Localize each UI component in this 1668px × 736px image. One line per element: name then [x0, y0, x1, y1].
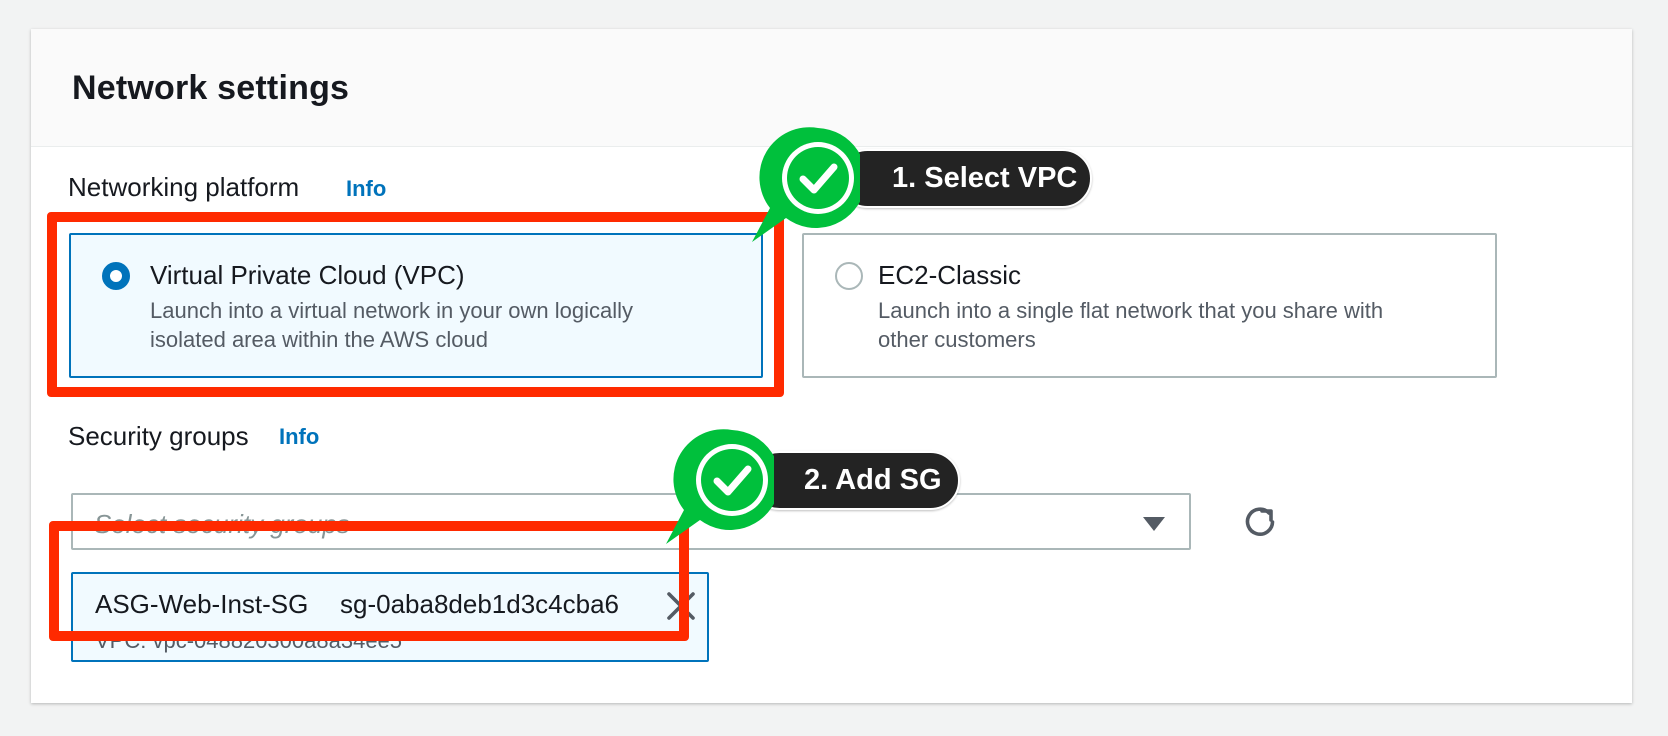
caret-down-icon	[1143, 517, 1165, 531]
security-groups-label: Security groups	[68, 421, 249, 451]
callout-select-vpc-text: 1. Select VPC	[892, 162, 1078, 194]
ec2-classic-description-line-2: other customers	[878, 327, 1036, 352]
networking-platform-label: Networking platform	[68, 172, 300, 202]
ec2-classic-radio-button[interactable]	[835, 262, 863, 290]
security-groups-info-link[interactable]: Info	[279, 424, 319, 450]
ec2-classic-option-description: Launch into a single flat network that y…	[878, 296, 1383, 354]
callout-add-sg-label: 2. Add SG	[750, 451, 960, 510]
security-group-highlight-box	[49, 521, 689, 641]
ec2-classic-option-title: EC2-Classic	[878, 260, 1022, 290]
ec2-classic-description-line-1: Launch into a single flat network that y…	[878, 298, 1384, 323]
networking-platform-info-link[interactable]: Info	[346, 176, 386, 202]
callout-add-sg-text: 2. Add SG	[804, 464, 942, 496]
vpc-highlight-box	[47, 212, 784, 397]
ec2-classic-option-tile[interactable]: EC2-Classic Launch into a single flat ne…	[802, 233, 1497, 378]
callout-add-sg-badge	[666, 429, 774, 544]
refresh-icon[interactable]	[1240, 502, 1280, 542]
panel-title: Network settings	[72, 69, 350, 107]
callout-select-vpc-label: 1. Select VPC	[838, 149, 1092, 208]
callout-select-vpc-badge	[752, 127, 860, 242]
